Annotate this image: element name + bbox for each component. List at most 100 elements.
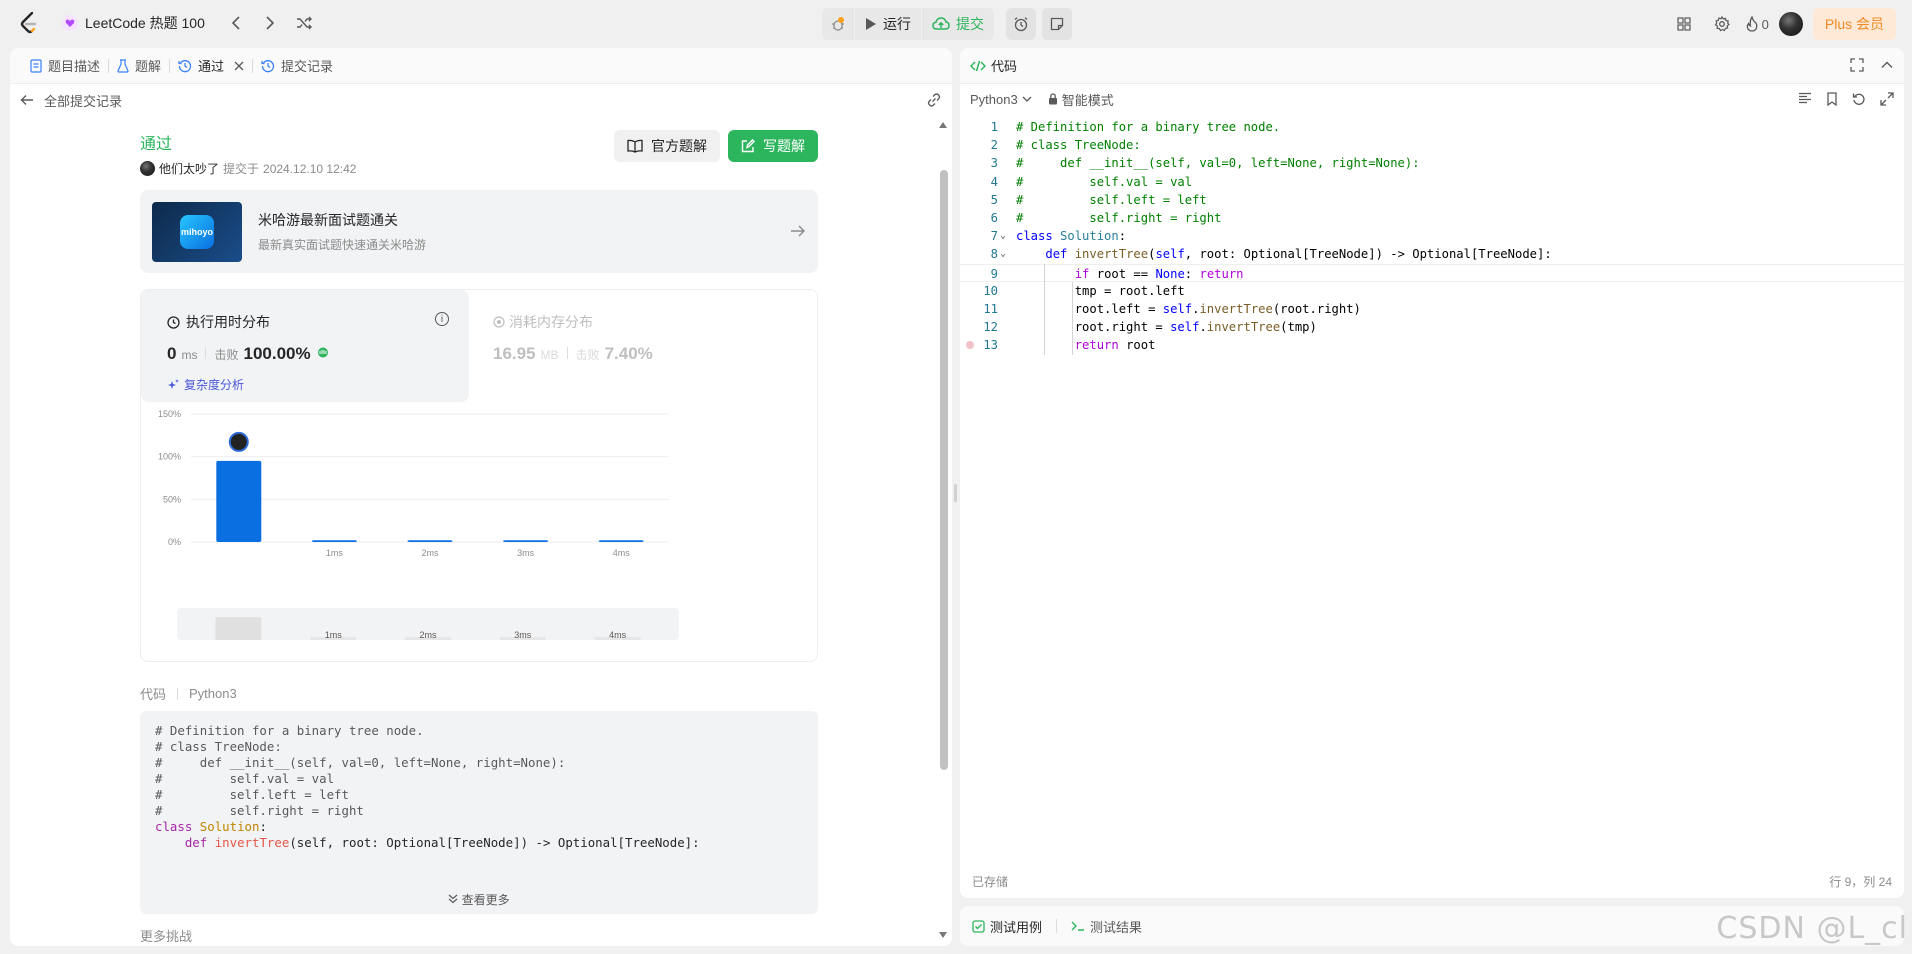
close-icon[interactable] (234, 61, 244, 71)
prev-problem-button[interactable] (223, 10, 249, 36)
tab-code[interactable]: 代码 (970, 56, 1017, 75)
next-problem-button[interactable] (257, 10, 283, 36)
collapse-chevron-icon[interactable] (1880, 58, 1894, 72)
runtime-distribution-chart: 0% 50% 100% 150% 1ms 2ms 3ms 4ms (158, 409, 669, 558)
code-line[interactable]: 12 root.right = self.invertTree(tmp) (960, 318, 1904, 336)
alarm-clock-button[interactable] (1006, 8, 1036, 40)
line-number: 8 (990, 247, 998, 262)
notes-button[interactable] (1042, 8, 1072, 40)
problem-list-link[interactable]: LeetCode 热题 100 (62, 13, 205, 33)
debug-button[interactable] (822, 8, 854, 40)
preview-code-line: # Definition for a binary tree node. (155, 723, 424, 738)
submitter-avatar[interactable] (140, 161, 155, 176)
code-editor[interactable]: 1 # Definition for a binary tree node. 2 # … (960, 118, 1904, 858)
code-line[interactable]: 6 # self.right = right (960, 209, 1904, 227)
layout-grid-icon[interactable] (1670, 10, 1698, 38)
streak-counter[interactable]: 0 (1746, 10, 1769, 38)
tab-submissions[interactable]: 提交记录 (253, 48, 341, 84)
bug-icon (832, 17, 844, 31)
tab-accepted[interactable]: 通过 (170, 48, 252, 84)
edit-icon (741, 139, 755, 153)
bar-4ms[interactable] (598, 540, 644, 542)
runtime-card[interactable]: 执行用时分布 i 0 ms 击败 100.00% 复杂度分析 (141, 290, 469, 402)
streak-count: 0 (1761, 16, 1769, 32)
tab-test-result[interactable]: 测试结果 (1071, 917, 1142, 936)
promo-banner[interactable]: mihoyo 米哈游最新面试题通关 最新真实面试题快速通关米哈游 (140, 190, 818, 273)
shuffle-icon[interactable] (291, 10, 317, 36)
scroll-up-arrow[interactable] (939, 122, 947, 128)
reset-undo-icon[interactable] (1852, 92, 1866, 106)
submitter-name[interactable]: 他们太吵了 (159, 160, 219, 177)
submit-button[interactable]: 提交 (921, 8, 994, 40)
code-line[interactable]: 2 # class TreeNode: (960, 136, 1904, 154)
code-language: Python3 (189, 686, 237, 701)
panel-resize-handle[interactable] (954, 484, 957, 502)
format-lines-icon[interactable] (1798, 92, 1812, 104)
line-number: 1 (990, 120, 998, 134)
chevron-down-icon (1022, 96, 1032, 102)
banner-subtitle: 最新真实面试题快速通关米哈游 (258, 238, 427, 252)
tab-testcase[interactable]: 测试用例 (972, 917, 1042, 936)
memory-card[interactable]: 消耗内存分布 16.95 MB 击败 7.40% (493, 312, 653, 363)
line-number: 12 (983, 320, 998, 335)
preview-code-line: # self.left = left (155, 787, 349, 802)
scrollbar-thumb[interactable] (940, 170, 948, 770)
code-line[interactable]: 10 tmp = root.left (960, 282, 1904, 300)
code-text: tmp = root.left (1016, 283, 1185, 298)
plus-label: Plus 会员 (1824, 16, 1884, 32)
bar-0ms[interactable] (216, 460, 262, 542)
lock-icon (1048, 93, 1057, 105)
code-preview-lines: # Definition for a binary tree node. # cl… (155, 723, 803, 851)
code-line[interactable]: 4 # self.val = val (960, 173, 1904, 191)
code-line[interactable]: 7 ⌄ class Solution: (960, 227, 1904, 245)
tab-solutions[interactable]: 题解 (109, 48, 169, 84)
y-tick-label: 50% (163, 494, 181, 504)
bookmark-icon[interactable] (1826, 92, 1838, 106)
complexity-analysis-link[interactable]: 复杂度分析 (167, 376, 244, 393)
code-line[interactable]: 3 # def __init__(self, val=0, left=None, … (960, 154, 1904, 172)
mini-tick-label: 1ms (325, 630, 343, 640)
terminal-icon (1071, 921, 1085, 931)
info-icon[interactable]: i (435, 312, 449, 326)
chevron-double-down-icon (448, 894, 458, 904)
share-link-icon[interactable] (926, 92, 942, 108)
mini-bar (215, 617, 262, 640)
submitted-time: 2024.12.10 12:42 (263, 161, 357, 176)
code-line[interactable]: 1 # Definition for a binary tree node. (960, 118, 1904, 136)
language-select[interactable]: Python3 (970, 92, 1032, 107)
bar-2ms[interactable] (407, 540, 453, 542)
fullscreen-icon[interactable] (1850, 58, 1864, 72)
language-label: Python3 (970, 91, 1018, 107)
mini-tick-label: 4ms (609, 630, 627, 640)
fold-chevron-icon[interactable]: ⌄ (1000, 227, 1006, 245)
fold-chevron-icon[interactable]: ⌄ (1000, 245, 1006, 263)
bar-3ms[interactable] (503, 540, 549, 542)
view-more-button[interactable]: 查看更多 (140, 892, 818, 908)
user-avatar[interactable] (1778, 12, 1803, 36)
flask-icon (117, 58, 129, 73)
back-to-submissions[interactable]: 全部提交记录 (10, 84, 952, 116)
code-line[interactable]: 11 root.left = self.invertTree(root.righ… (960, 300, 1904, 318)
code-line[interactable]: 5 # self.left = left (960, 191, 1904, 209)
tab-description[interactable]: 题目描述 (22, 48, 108, 84)
official-solution-label: 官方题解 (651, 138, 707, 154)
indent-guide (1072, 281, 1073, 355)
settings-gear-icon[interactable] (1708, 10, 1736, 38)
code-line[interactable]: 13 return root (960, 336, 1904, 354)
official-solution-button[interactable]: 官方题解 (614, 130, 720, 162)
code-line[interactable]: 8 ⌄ def invertTree(self, root: Optional[T… (960, 245, 1904, 263)
code-line[interactable]: 9 if root == None: return (960, 263, 1904, 282)
scroll-down-arrow[interactable] (939, 932, 947, 938)
smart-mode-toggle[interactable]: 智能模式 (1048, 90, 1114, 109)
runtime-title: 执行用时分布 (186, 314, 270, 330)
bar-1ms[interactable] (311, 540, 357, 542)
leetcode-logo-icon[interactable] (16, 10, 42, 36)
run-button[interactable]: 运行 (854, 8, 921, 40)
performance-stats: 执行用时分布 i 0 ms 击败 100.00% 复杂度分析 消耗内存分布 16… (140, 289, 818, 662)
chart-range-navigator[interactable]: 1ms 2ms 3ms 4ms (177, 608, 679, 640)
write-solution-button[interactable]: 写题解 (728, 130, 818, 162)
expand-arrows-icon[interactable] (1880, 92, 1894, 106)
plus-membership-button[interactable]: Plus 会员 (1812, 8, 1896, 40)
preview-code-line: # class TreeNode: (155, 739, 282, 754)
preview-code-line: # self.val = val (155, 771, 335, 786)
